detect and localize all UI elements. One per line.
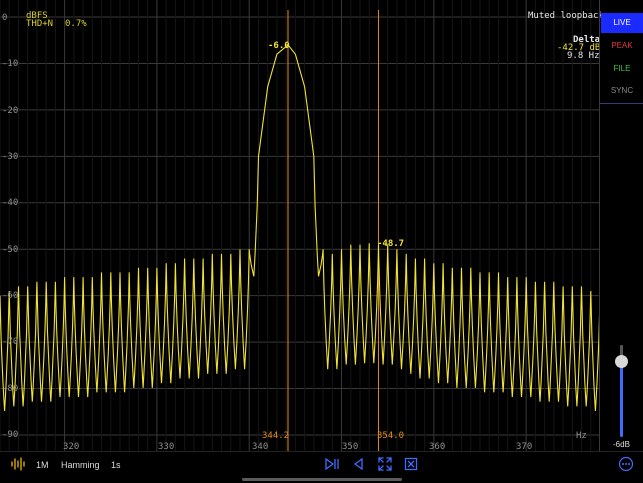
averaging-selector[interactable]: 1s	[111, 459, 121, 471]
y-tick-label: 0	[2, 13, 8, 23]
main-peak-label: -6.0	[268, 41, 290, 51]
more-icon[interactable]	[618, 456, 634, 472]
window-selector[interactable]: Hamming	[61, 459, 100, 471]
y-tick-label: -50	[2, 245, 19, 255]
thd-label: THD+N	[26, 19, 54, 29]
y-tick-label: -80	[2, 384, 19, 394]
right-cursor-label[interactable]: 354.0	[377, 431, 404, 441]
gain-label: -6dB	[613, 440, 630, 449]
y-tick-label: -60	[2, 291, 19, 301]
peak-button[interactable]: PEAK	[601, 36, 643, 56]
gain-slider-handle[interactable]	[615, 355, 628, 368]
y-tick-label: -40	[2, 198, 19, 208]
sync-button[interactable]: SYNC	[601, 81, 643, 101]
fft-size-selector[interactable]: 1M	[36, 459, 49, 471]
play-pause-icon[interactable]	[324, 456, 340, 472]
sidebar: LIVE PEAK FILE SYNC -6dB	[599, 0, 643, 452]
x-axis-unit: Hz	[576, 431, 587, 441]
y-tick-label: -30	[2, 152, 19, 162]
spectrum-plot[interactable]	[0, 0, 600, 451]
waveform-icon[interactable]	[10, 456, 26, 472]
y-tick-label: -90	[2, 430, 19, 440]
delta-hz: 9.8 Hz	[567, 51, 600, 61]
spectrum-trace	[0, 44, 600, 412]
home-indicator	[242, 478, 402, 481]
y-tick-label: -10	[2, 59, 19, 69]
y-tick-label: -70	[2, 337, 19, 347]
back-icon[interactable]	[351, 456, 367, 472]
bottom-toolbar: 1M Hamming 1s	[0, 451, 643, 483]
plot-grid	[0, 0, 600, 451]
clear-icon[interactable]	[403, 456, 419, 472]
live-button[interactable]: LIVE	[601, 13, 643, 33]
secondary-peak-label: -48.7	[377, 239, 405, 249]
sidebar-divider	[600, 103, 643, 104]
fit-to-screen-icon[interactable]	[377, 456, 393, 472]
y-tick-label: -20	[2, 106, 19, 116]
file-button[interactable]: FILE	[601, 59, 643, 79]
thd-value: 0.7%	[65, 19, 87, 29]
left-cursor-label[interactable]: 344.2	[262, 431, 289, 441]
source-label: Muted loopback	[528, 11, 604, 21]
